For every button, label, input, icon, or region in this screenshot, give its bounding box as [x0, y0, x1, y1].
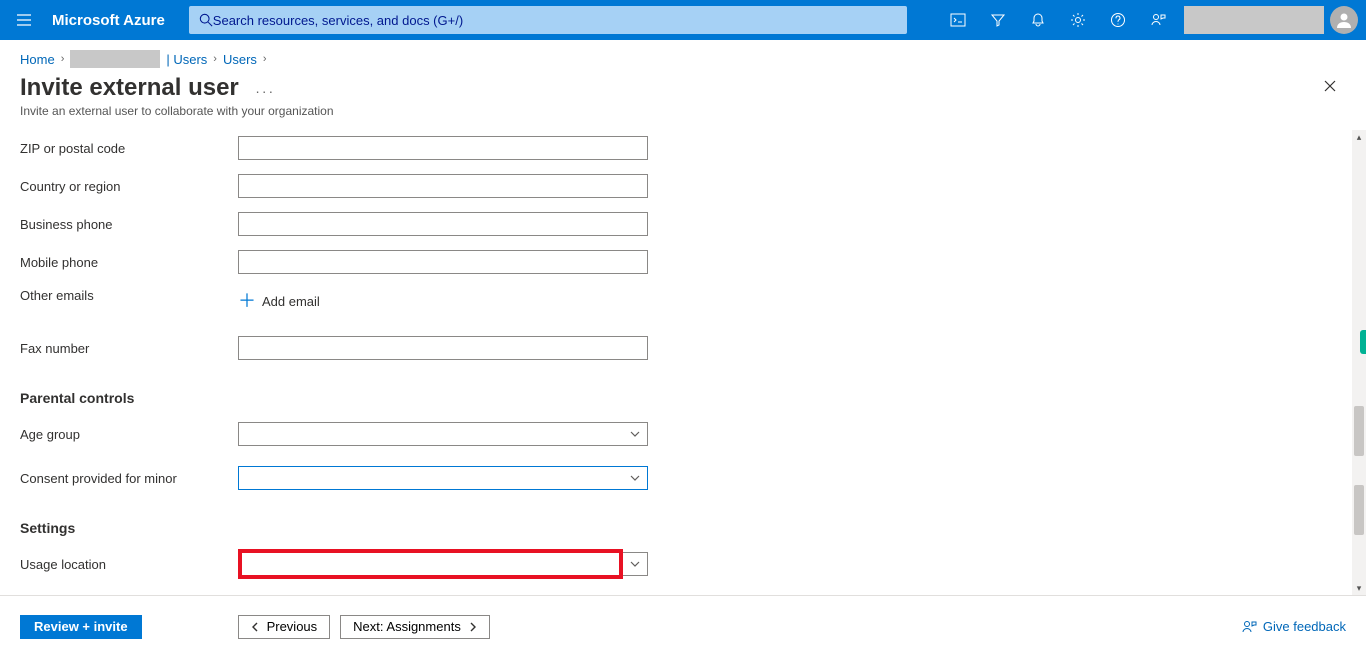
input-zip[interactable]	[238, 136, 648, 160]
row-fax: Fax number	[20, 330, 1334, 366]
side-tab-indicator[interactable]	[1360, 330, 1366, 354]
breadcrumb-users-2[interactable]: Users	[223, 52, 257, 67]
cloud-shell-icon	[950, 12, 966, 28]
brand-label[interactable]: Microsoft Azure	[48, 12, 181, 29]
row-country: Country or region	[20, 168, 1334, 204]
bell-icon	[1030, 12, 1046, 28]
avatar-icon	[1334, 10, 1354, 30]
more-actions-button[interactable]: ···	[255, 83, 275, 99]
breadcrumb-users-1[interactable]: | Users	[166, 52, 207, 67]
settings-button[interactable]	[1058, 0, 1098, 40]
notifications-button[interactable]	[1018, 0, 1058, 40]
form-area: ZIP or postal code Country or region Bus…	[0, 130, 1354, 595]
filter-icon	[990, 12, 1006, 28]
scroll-down-button[interactable]: ▾	[1352, 581, 1366, 595]
close-icon	[1322, 78, 1338, 94]
chevron-right-icon: ›	[213, 53, 217, 65]
section-settings: Settings	[20, 520, 1334, 536]
search-icon	[199, 13, 213, 27]
label-country: Country or region	[20, 179, 238, 194]
close-blade-button[interactable]	[1322, 78, 1338, 94]
label-age-group: Age group	[20, 427, 238, 442]
breadcrumb-redacted[interactable]	[70, 50, 160, 68]
chevron-right-icon	[467, 622, 477, 632]
person-feedback-icon	[1241, 619, 1257, 635]
give-feedback-link[interactable]: Give feedback	[1241, 619, 1346, 635]
hamburger-menu-button[interactable]	[0, 0, 48, 40]
add-email-button[interactable]: ＋ Add email	[238, 288, 320, 314]
label-zip: ZIP or postal code	[20, 141, 238, 156]
cloud-shell-button[interactable]	[938, 0, 978, 40]
row-zip: ZIP or postal code	[20, 130, 1334, 166]
chevron-left-icon	[251, 622, 261, 632]
select-age-group[interactable]	[238, 422, 648, 446]
feedback-top-button[interactable]	[1138, 0, 1178, 40]
person-feedback-icon	[1150, 12, 1166, 28]
feedback-label: Give feedback	[1263, 619, 1346, 634]
row-usage-location: Usage location	[20, 546, 1334, 582]
help-icon	[1110, 12, 1126, 28]
label-business-phone: Business phone	[20, 217, 238, 232]
input-fax[interactable]	[238, 336, 648, 360]
review-invite-button[interactable]: Review + invite	[20, 615, 142, 639]
page-header: Invite external user ··· Invite an exter…	[0, 72, 1366, 126]
plus-icon: ＋	[238, 292, 256, 310]
input-country[interactable]	[238, 174, 648, 198]
gear-icon	[1070, 12, 1086, 28]
page-title: Invite external user	[20, 74, 239, 102]
row-age-group: Age group	[20, 416, 1334, 452]
topbar-icons	[938, 0, 1366, 40]
label-usage-location: Usage location	[20, 557, 238, 572]
row-consent: Consent provided for minor	[20, 460, 1334, 496]
next-assignments-button[interactable]: Next: Assignments	[340, 615, 490, 639]
scroll-thumb[interactable]	[1354, 485, 1364, 535]
chevron-right-icon: ›	[263, 53, 267, 65]
vertical-scrollbar[interactable]: ▴ ▾	[1352, 130, 1366, 595]
label-fax: Fax number	[20, 341, 238, 356]
row-business-phone: Business phone	[20, 206, 1334, 242]
breadcrumb-home[interactable]: Home	[20, 52, 55, 67]
input-business-phone[interactable]	[238, 212, 648, 236]
directories-button[interactable]	[978, 0, 1018, 40]
add-email-label: Add email	[262, 294, 320, 309]
input-mobile-phone[interactable]	[238, 250, 648, 274]
chevron-down-icon	[629, 428, 641, 440]
previous-button[interactable]: Previous	[238, 615, 331, 639]
chevron-right-icon: ›	[61, 53, 65, 65]
row-mobile-phone: Mobile phone	[20, 244, 1334, 280]
scroll-up-button[interactable]: ▴	[1352, 130, 1366, 144]
help-button[interactable]	[1098, 0, 1138, 40]
breadcrumb: Home › | Users › Users ›	[0, 40, 1366, 72]
scroll-track[interactable]	[1352, 144, 1366, 581]
next-label: Next: Assignments	[353, 619, 461, 634]
chevron-down-icon	[629, 472, 641, 484]
chevron-down-icon	[629, 558, 641, 570]
label-consent: Consent provided for minor	[20, 471, 238, 486]
label-other-emails: Other emails	[20, 288, 238, 303]
scroll-thumb[interactable]	[1354, 406, 1364, 456]
account-redacted	[1184, 6, 1324, 34]
avatar-button[interactable]	[1330, 6, 1358, 34]
select-consent-minor[interactable]	[238, 466, 648, 490]
footer-bar: Review + invite Previous Next: Assignmen…	[0, 595, 1366, 657]
search-input[interactable]	[213, 13, 897, 28]
hamburger-icon	[16, 12, 32, 28]
global-search[interactable]	[189, 6, 907, 34]
select-usage-location[interactable]	[238, 552, 648, 576]
label-mobile-phone: Mobile phone	[20, 255, 238, 270]
top-nav: Microsoft Azure	[0, 0, 1366, 40]
section-parental-controls: Parental controls	[20, 390, 1334, 406]
row-other-emails: Other emails ＋ Add email	[20, 282, 1334, 318]
page-subtitle: Invite an external user to collaborate w…	[20, 104, 1346, 118]
previous-label: Previous	[267, 619, 318, 634]
